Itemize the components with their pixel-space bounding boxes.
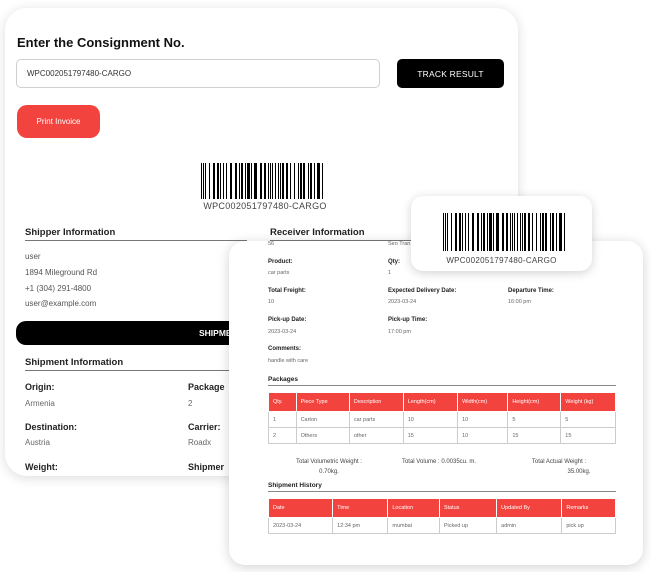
delivery-label: Expected Delivery Date: <box>388 288 457 294</box>
table-cell: 15 <box>560 427 616 444</box>
table-header: Date <box>267 498 334 518</box>
comments-label: Comments: <box>268 346 302 352</box>
packages-title: Packages <box>268 376 298 383</box>
table-header: Weight (kg) <box>560 392 616 412</box>
shipment-label: Shipmer <box>188 462 225 472</box>
table-cell: 2023-03-24 <box>267 517 334 534</box>
shipment-info-title: Shipment Information <box>25 357 124 368</box>
carrier-value: Roadx <box>188 438 212 447</box>
table-cell: Others <box>295 427 350 444</box>
table-cell: 5 <box>507 411 562 428</box>
table-cell: pick up <box>561 517 616 534</box>
qty-value: 1 <box>388 270 392 276</box>
table-header: Location <box>387 498 440 518</box>
departure-label: Departure Time: <box>508 288 554 294</box>
divider <box>268 491 616 492</box>
shipper-info-title: Shipper Information <box>25 227 116 238</box>
freight-label: Total Freight: <box>268 288 306 294</box>
product-value: car parts <box>268 270 290 276</box>
consignment-title: Enter the Consignment No. <box>17 35 185 50</box>
track-result-button[interactable]: TRACK RESULT <box>397 59 504 88</box>
barcode-label: WPC002051797480-CARGO <box>203 201 327 211</box>
package-label: Package <box>188 382 225 392</box>
invoice-card: 56 Seo Tran Product: car parts Qty: 1 To… <box>229 241 643 565</box>
floating-barcode-card: WPC002051797480-CARGO <box>411 196 592 271</box>
actual-weight-value: 35.00kg. <box>567 469 591 475</box>
carrier-label: Carrier: <box>188 422 221 432</box>
divider <box>25 240 247 241</box>
table-cell: 15 <box>402 427 459 444</box>
volumetric-weight-value: 0.70kg. <box>319 469 339 475</box>
invoice-top-left: 56 <box>268 241 275 247</box>
barcode-image <box>201 163 323 199</box>
volumetric-weight: Total Volumetric Weight : 0.70kg. <box>274 459 384 475</box>
packages-table: Qty. Piece Type Description Length(cm) Width… <box>268 392 616 444</box>
history-title: Shipment History <box>268 482 322 489</box>
actual-weight-label: Total Actual Weight : <box>531 459 587 465</box>
invoice-top-right: Seo Tran <box>388 241 411 247</box>
table-header: Height(cm) <box>507 392 562 412</box>
table-cell: 1 <box>268 411 297 428</box>
table-cell: 15 <box>507 427 562 444</box>
table-cell: 2 <box>268 427 297 444</box>
history-table: Date Time Location Status Updated By Remarks … <box>267 498 616 534</box>
delivery-value: 2023-03-24 <box>388 299 417 305</box>
table-cell: 10 <box>457 427 509 444</box>
divider <box>268 385 616 386</box>
freight-value: 10 <box>268 299 275 305</box>
barcode-image <box>443 213 565 251</box>
table-header: Remarks <box>561 498 616 518</box>
product-label: Product: <box>268 259 293 265</box>
history-row: 2023-03-24 12:34 pm mumbai Picked up admin pi… <box>267 517 616 534</box>
volumetric-weight-label: Total Volumetric Weight : <box>296 459 362 465</box>
table-header: Width(cm) <box>457 392 509 412</box>
package-row: 1 Carton car parts 10 10 5 5 <box>268 411 616 428</box>
shipper-address: 1894 Mileground Rd <box>25 268 98 277</box>
print-invoice-button[interactable]: Print Invoice <box>17 105 100 138</box>
table-header: Updated By <box>496 498 563 518</box>
total-volume: Total Volume : 0.0035cu. m. <box>401 459 477 465</box>
destination-value: Austria <box>25 438 50 447</box>
qty-label: Qty: <box>388 259 400 265</box>
table-cell: 10 <box>457 411 509 428</box>
pickup-time-label: Pick-up Time: <box>388 317 428 323</box>
pickup-date-label: Pick-up Date: <box>268 317 307 323</box>
table-header: Time <box>332 498 389 518</box>
actual-weight: Total Actual Weight : 35.00kg. <box>514 459 604 475</box>
table-cell: other <box>348 427 404 444</box>
table-header: Status <box>438 498 498 518</box>
pickup-date-value: 2023-03-24 <box>268 329 297 335</box>
destination-label: Destination: <box>25 422 78 432</box>
table-cell: mumbai <box>387 517 440 534</box>
table-cell: admin <box>496 517 563 534</box>
package-row: 2 Others other 15 10 15 15 <box>268 427 616 444</box>
table-cell: 12:34 pm <box>332 517 389 534</box>
weight-label: Weight: <box>25 462 58 472</box>
table-header: Piece Type <box>295 392 350 412</box>
departure-value: 16:00 pm <box>508 299 531 305</box>
package-value: 2 <box>188 399 193 408</box>
shipper-name: user <box>25 252 41 261</box>
table-cell: car parts <box>348 411 404 428</box>
table-cell: 10 <box>402 411 459 428</box>
origin-value: Armenia <box>25 399 55 408</box>
origin-label: Origin: <box>25 382 55 392</box>
consignment-input[interactable] <box>16 59 380 88</box>
shipper-email: user@example.com <box>25 299 97 308</box>
table-cell: 5 <box>560 411 616 428</box>
receiver-info-title: Receiver Information <box>270 227 365 238</box>
pickup-time-value: 17:00 pm <box>388 329 411 335</box>
table-cell: Picked up <box>438 517 498 534</box>
table-header: Length(cm) <box>402 392 459 412</box>
table-header: Description <box>348 392 404 412</box>
barcode-label: WPC002051797480-CARGO <box>446 256 557 265</box>
comments-value: handle with care <box>268 358 309 364</box>
table-cell: Carton <box>295 411 350 428</box>
table-header: Qty. <box>268 392 297 412</box>
shipper-phone: +1 (304) 291-4800 <box>25 284 92 293</box>
